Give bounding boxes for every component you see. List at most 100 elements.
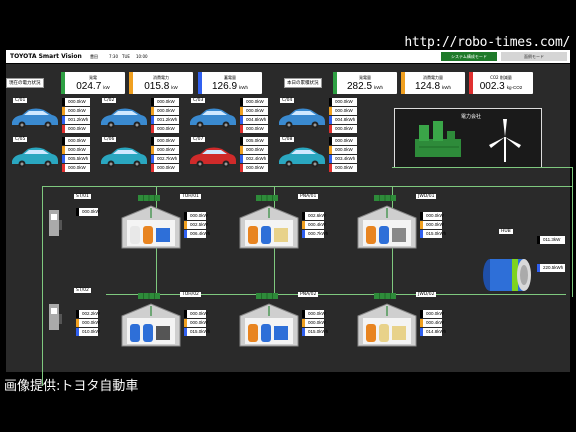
daily-totals-label: 本日の累積状況 xyxy=(284,78,322,88)
meter-value: 282.5 kWh xyxy=(346,81,384,92)
location-label: 豊田 xyxy=(90,54,98,59)
building-icon xyxy=(239,303,299,347)
vehicle-value: 004.8kWh xyxy=(329,116,357,124)
main-panel: 現在の電力状況 発電 024.7 kW 消費電力 015.8 kW 蓄電量 126.9 kWh … xyxy=(6,64,573,386)
building[interactable]: JWD/01 000.0kW 000.0kW 015.0kWh xyxy=(356,194,456,254)
building-id: JWD/02 xyxy=(416,292,437,297)
building[interactable]: TOH/02 000.0kW 000.0kW 015.0kWh xyxy=(120,292,220,352)
vehicle-value: 003.4kWh xyxy=(329,155,357,163)
building-value: 006.4kWh xyxy=(184,230,210,238)
building-value: 014.8kWh xyxy=(420,328,446,336)
vehicle-id: C/02 xyxy=(102,98,117,103)
vehicle-value: 000.0kW xyxy=(240,98,268,106)
vehicle-value: 000.0kW xyxy=(240,164,268,172)
building[interactable]: JWD/02 000.0kW 000.4kW 014.8kWh xyxy=(356,292,456,352)
time-label: 7:30 xyxy=(109,54,118,59)
station-id: ST/02 xyxy=(74,288,91,293)
vehicle-card[interactable]: C/02 000.0kW 000.0kW 001.2kWh 000.0kW xyxy=(99,98,179,134)
vehicle-value: 002.7kWh xyxy=(151,155,179,163)
station-id: ST/01 xyxy=(74,194,91,199)
clock-label: 10:00 xyxy=(136,54,148,59)
hub-value-2: 220.5kWh xyxy=(537,264,565,272)
solar-panel-icon xyxy=(374,293,396,299)
vehicle-card[interactable]: C/03 000.0kW 000.0kW 004.8kWh 000.0kW xyxy=(188,98,268,134)
vehicle-value: 000.0kW xyxy=(240,125,268,133)
car-icon xyxy=(12,108,58,129)
meter-value: 124.8 kWh xyxy=(414,81,452,92)
system-mode-button[interactable]: システム構成モード xyxy=(441,52,497,61)
hub-battery-icon[interactable] xyxy=(482,256,534,294)
building-value: 000.0kW xyxy=(184,319,208,327)
current-power-label: 現在の電力状況 xyxy=(6,78,44,88)
wind-turbine-icon xyxy=(489,119,521,162)
meter-value: 024.7 kW xyxy=(76,81,110,92)
vehicle-value: 002.4kWh xyxy=(240,155,268,163)
building-value: 000.0kW xyxy=(420,310,444,318)
building-value: 000.4kW xyxy=(420,319,444,327)
vehicle-value: 000.0kW xyxy=(151,137,179,145)
vehicle-id: C/06 xyxy=(102,137,117,142)
sim-mode-button[interactable]: 面倒モード xyxy=(501,52,567,61)
vehicle-card[interactable]: C/04 000.0kW 000.0kW 004.8kWh 000.0kW xyxy=(277,98,357,134)
day-label: TUE xyxy=(122,54,130,59)
vehicle-value: 001.2kWh xyxy=(62,116,90,124)
meter-value: 126.9 kWh xyxy=(211,81,249,92)
building-value: 000.0kW xyxy=(302,310,326,318)
vehicle-id: C/08 xyxy=(280,137,295,142)
app-title: TOYOTA Smart Vision xyxy=(10,53,82,60)
power-company-panel: 電力会社 xyxy=(394,108,542,168)
vehicle-card[interactable]: C/06 000.0kW 000.0kW 002.7kWh 000.0kW xyxy=(99,137,179,173)
vehicle-value: 000.0kW xyxy=(329,107,357,115)
hub-values-2: 220.5kWh xyxy=(537,264,565,273)
building-value: 002.6kW xyxy=(302,212,326,220)
station-value: 010.0kW xyxy=(76,328,100,336)
building-value: 000.0kW xyxy=(184,310,208,318)
building[interactable]: PNA/01 002.6kW 000.4kW 000.7kWh xyxy=(238,194,338,254)
vehicle-value: 000.0kW xyxy=(329,164,357,172)
vehicle-value: 000.0kW xyxy=(329,137,357,145)
car-icon xyxy=(190,147,236,168)
hub-values: 011.3kW xyxy=(537,236,565,245)
vehicle-value: 000.0kW xyxy=(240,146,268,154)
building-id: JWD/01 xyxy=(416,194,437,199)
building-id: PNA/01 xyxy=(298,194,319,199)
vehicle-value: 000.0kW xyxy=(329,98,357,106)
building-value: 002.5kW xyxy=(184,221,208,229)
vehicle-value: 005.5kWh xyxy=(62,155,90,163)
vehicle-card[interactable]: C/05 000.0kW 000.0kW 005.5kWh 000.0kW xyxy=(10,137,90,173)
building[interactable]: TOH/01 000.0kW 002.5kW 006.4kWh xyxy=(120,194,220,254)
building-value: 000.0kW xyxy=(184,212,208,220)
vehicle-value: 001.2kWh xyxy=(151,116,179,124)
station-value: 002.2kW xyxy=(76,310,100,318)
vehicle-card[interactable]: C/01 000.0kW 000.0kW 001.2kWh 000.0kW xyxy=(10,98,90,134)
station-value: 000.0kW xyxy=(76,319,100,327)
daily-meter-3: CO2 削減量 002.3 kg-CO2 xyxy=(469,72,533,94)
building-value: 000.7kWh xyxy=(302,230,328,238)
watermark-url: http://robo-times.com/ xyxy=(404,35,570,50)
car-icon xyxy=(12,147,58,168)
solar-panel-icon xyxy=(374,195,396,201)
vehicle-value: 000.0kW xyxy=(240,107,268,115)
vehicle-id: C/07 xyxy=(191,137,206,142)
charging-station-icon xyxy=(49,210,62,236)
building-icon xyxy=(239,205,299,249)
title-bar: TOYOTA Smart Vision 豊田 7:30 TUE 10:00 シス… xyxy=(6,50,570,63)
building-icon xyxy=(357,205,417,249)
hub-tag: HUB xyxy=(499,229,513,234)
vehicle-card[interactable]: C/07 005.0kW 000.0kW 002.4kWh 000.0kW xyxy=(188,137,268,173)
building-icon xyxy=(357,303,417,347)
vehicle-card[interactable]: C/08 000.0kW 000.0kW 003.4kWh 000.0kW xyxy=(277,137,357,173)
car-icon xyxy=(190,108,236,129)
meter-value: 015.8 kW xyxy=(144,81,178,92)
daily-meter-2: 消費電力量 124.8 kWh xyxy=(401,72,465,94)
vehicle-value: 000.0kW xyxy=(62,125,90,133)
building-id: PNA/02 xyxy=(298,292,319,297)
vehicle-value: 000.0kW xyxy=(62,146,90,154)
vehicle-id: C/05 xyxy=(13,137,28,142)
meter-value: 002.3 kg-CO2 xyxy=(479,81,523,92)
solar-panel-icon xyxy=(138,293,160,299)
car-icon xyxy=(279,147,325,168)
building[interactable]: PNA/02 000.0kW 000.0kW 015.0kWh xyxy=(238,292,338,352)
vehicle-value: 000.0kW xyxy=(62,164,90,172)
vehicle-value: 000.0kW xyxy=(62,107,90,115)
